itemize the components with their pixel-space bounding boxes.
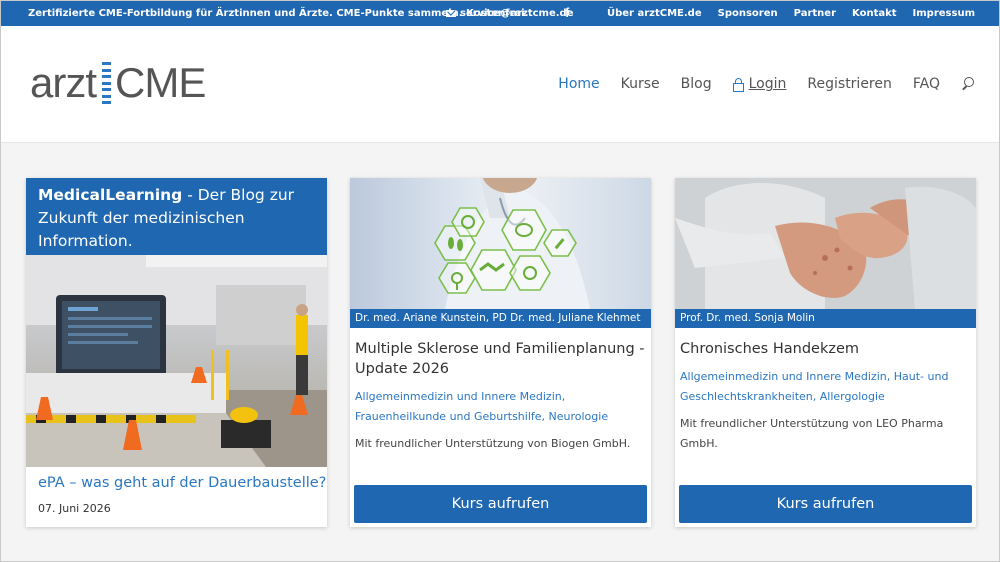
search-icon[interactable] [961,77,975,91]
course-open-button[interactable]: Kurs aufrufen [679,485,972,523]
page-frame: Zertifizierte CME-Fortbildung für Ärztin… [0,0,1000,562]
main-nav: Home Kurse Blog Login Registrieren FAQ [558,76,975,92]
nav-faq[interactable]: FAQ [913,76,940,92]
logo-text-arzt: arzt [30,59,97,106]
nav-login[interactable]: Login [732,76,787,92]
blog-card-image[interactable] [26,255,327,467]
site-logo[interactable]: arzt CME [30,58,206,108]
top-link-kontakt[interactable]: Kontakt [852,8,897,19]
nav-home[interactable]: Home [558,76,599,92]
course-card[interactable]: Prof. Dr. med. Sonja Molin Chronisches H… [675,178,976,527]
top-links: Über arztCME.de Sponsoren Partner Kontak… [607,8,975,19]
site-header: arzt CME Home Kurse Blog Login Registrie… [1,26,999,143]
course-title[interactable]: Chronisches Handekzem [680,339,970,359]
contact-email-text: service@arztcme.de [460,8,574,19]
course-sponsor: Mit freundlicher Unterstützung von LEO P… [680,417,944,450]
doctor-icons-illustration [434,178,590,309]
contact-email-link[interactable]: service@arztcme.de [446,8,573,19]
course-authors: Dr. med. Ariane Kunstein, PD Dr. med. Ju… [350,309,651,328]
course-authors: Prof. Dr. med. Sonja Molin [675,309,976,328]
envelope-icon [446,10,456,17]
nav-login-label: Login [748,76,787,92]
course-title[interactable]: Multiple Sklerose und Familienplanung - … [355,339,645,379]
blog-post-title[interactable]: ePA – was geht auf der Dauerbaustelle? [38,475,326,491]
hands-eczema-photo [675,178,976,309]
blog-card-header: MedicalLearning - Der Blog zur Zukunft d… [26,178,327,255]
course-image[interactable] [350,178,651,309]
nav-kurse[interactable]: Kurse [621,76,660,92]
lock-icon [732,78,744,92]
top-bar: Zertifizierte CME-Fortbildung für Ärztin… [1,1,999,26]
nav-blog[interactable]: Blog [681,76,712,92]
logo-bars-icon [102,62,112,104]
course-categories[interactable]: Allgemeinmedizin und Innere Medizin, Hau… [680,367,970,407]
course-sponsor: Mit freundlicher Unterstützung von Bioge… [355,437,631,450]
nav-registrieren[interactable]: Registrieren [807,76,891,92]
blog-post-date: 07. Juni 2026 [38,502,111,515]
construction-scene-illustration [26,255,327,467]
blog-name: MedicalLearning [38,186,183,204]
logo-text-cme: CME [115,59,206,106]
blog-card[interactable]: MedicalLearning - Der Blog zur Zukunft d… [26,178,327,527]
top-link-ueber[interactable]: Über arztCME.de [607,8,702,19]
top-link-partner[interactable]: Partner [794,8,836,19]
course-open-button[interactable]: Kurs aufrufen [354,485,647,523]
top-link-sponsoren[interactable]: Sponsoren [718,8,778,19]
course-card[interactable]: Dr. med. Ariane Kunstein, PD Dr. med. Ju… [350,178,651,527]
facebook-icon[interactable]: f [565,5,569,20]
course-categories[interactable]: Allgemeinmedizin und Innere Medizin, Fra… [355,387,645,427]
course-image[interactable] [675,178,976,309]
top-link-impressum[interactable]: Impressum [913,8,975,19]
